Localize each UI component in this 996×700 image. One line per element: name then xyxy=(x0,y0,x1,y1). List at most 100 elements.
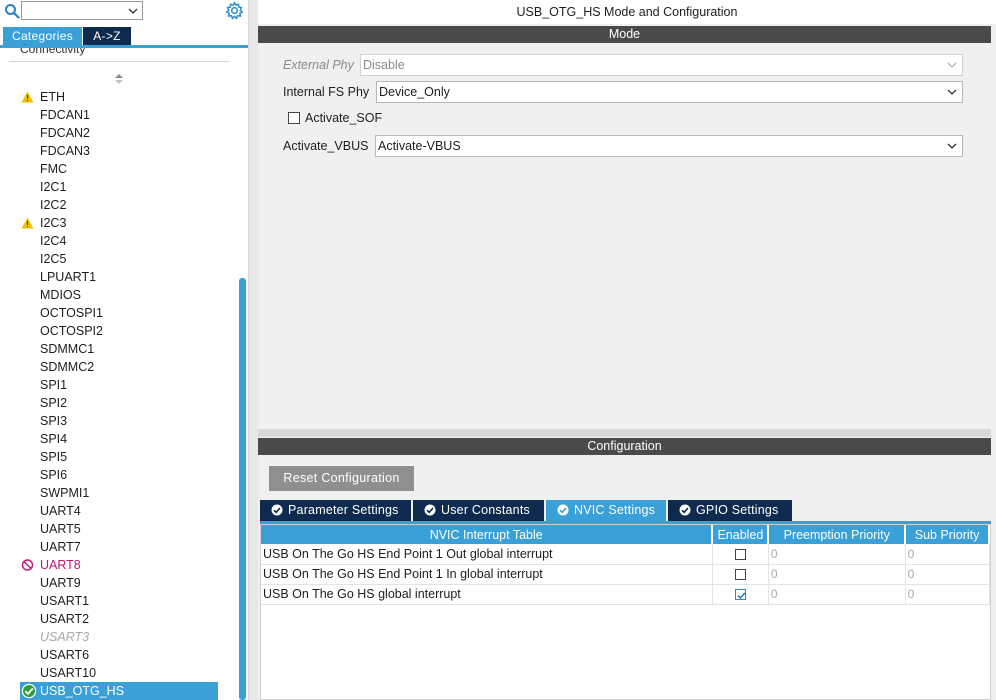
search-combo-input[interactable] xyxy=(21,1,143,20)
column-header-interrupt[interactable]: NVIC Interrupt Table xyxy=(261,525,714,544)
nvic-table-body: USB On The Go HS End Point 1 Out global … xyxy=(261,544,990,605)
sidebar-item-octospi2[interactable]: OCTOSPI2 xyxy=(0,322,238,340)
column-header-sub-priority[interactable]: Sub Priority xyxy=(905,525,990,544)
sidebar-item-uart5[interactable]: UART5 xyxy=(0,520,238,538)
sidebar-item-usart3[interactable]: USART3 xyxy=(0,628,238,646)
tab-categories[interactable]: Categories xyxy=(3,27,82,45)
sub-priority-cell[interactable]: 0 xyxy=(905,544,990,565)
sidebar-item-label: SPI2 xyxy=(40,396,68,410)
enabled-checkbox[interactable] xyxy=(734,589,746,601)
activate-vbus-select[interactable]: Activate-VBUS xyxy=(375,135,963,157)
sidebar-item-uart4[interactable]: UART4 xyxy=(0,502,238,520)
sidebar-item-i2c2[interactable]: I2C2 xyxy=(0,196,238,214)
chevron-down-icon[interactable] xyxy=(947,142,957,151)
sidebar-item-uart7[interactable]: UART7 xyxy=(0,538,238,556)
tab-user-constants[interactable]: User Constants xyxy=(413,500,544,521)
sort-arrows-icon[interactable] xyxy=(114,73,124,85)
tab-nvic-settings[interactable]: NVIC Settings xyxy=(546,500,666,521)
sidebar-item-i2c5[interactable]: I2C5 xyxy=(0,250,238,268)
sub-priority-cell[interactable]: 0 xyxy=(905,584,990,605)
interrupt-name: USB On The Go HS End Point 1 Out global … xyxy=(261,544,713,565)
peripheral-list: ETH FDCAN1 FDCAN2 FDCAN3 FMC I2C1 I2C2 I2C3 I2C4… xyxy=(0,88,238,700)
sub-priority-cell[interactable]: 0 xyxy=(905,564,990,585)
sidebar-item-spi3[interactable]: SPI3 xyxy=(0,412,238,430)
activate-sof-checkbox[interactable] xyxy=(288,112,300,124)
sidebar-item-spi5[interactable]: SPI5 xyxy=(0,448,238,466)
sidebar-item-swpmi1[interactable]: SWPMI1 xyxy=(0,484,238,502)
activate-sof-label[interactable]: Activate_SOF xyxy=(305,111,382,125)
sidebar-item-sdmmc2[interactable]: SDMMC2 xyxy=(0,358,238,376)
check-circle-icon xyxy=(271,504,283,516)
tabs-underline xyxy=(0,45,248,48)
sidebar-item-i2c3[interactable]: I2C3 xyxy=(0,214,238,232)
mode-panel: External Phy Disable Internal FS Phy Dev… xyxy=(258,43,991,429)
sidebar-item-usart1[interactable]: USART1 xyxy=(0,592,238,610)
page-title: USB_OTG_HS Mode and Configuration xyxy=(258,0,996,24)
sidebar-item-label: I2C5 xyxy=(40,252,67,266)
activate-vbus-value: Activate-VBUS xyxy=(378,139,461,153)
sidebar-item-label: USART10 xyxy=(40,666,97,680)
sidebar-item-fdcan1[interactable]: FDCAN1 xyxy=(0,106,238,124)
activate-vbus-label: Activate_VBUS xyxy=(283,139,369,153)
sidebar-item-label: USART2 xyxy=(40,612,90,626)
search-icon[interactable] xyxy=(4,3,20,19)
sidebar-item-usart2[interactable]: USART2 xyxy=(0,610,238,628)
mode-section-header: Mode xyxy=(258,26,991,43)
enabled-checkbox[interactable] xyxy=(734,569,746,581)
chevron-down-icon xyxy=(947,62,957,68)
interrupt-name: USB On The Go HS global interrupt xyxy=(261,584,713,605)
sidebar-item-label: SDMMC2 xyxy=(40,360,95,374)
sidebar-tabs: Categories A->Z xyxy=(0,27,248,45)
sidebar-item-lpuart1[interactable]: LPUART1 xyxy=(0,268,238,286)
sidebar-item-i2c1[interactable]: I2C1 xyxy=(0,178,238,196)
sidebar-item-fmc[interactable]: FMC xyxy=(0,160,238,178)
sidebar-item-spi6[interactable]: SPI6 xyxy=(0,466,238,484)
sidebar-item-spi1[interactable]: SPI1 xyxy=(0,376,238,394)
blocked-icon xyxy=(21,559,34,571)
sidebar-item-label: SPI5 xyxy=(40,450,68,464)
sidebar-item-spi2[interactable]: SPI2 xyxy=(0,394,238,412)
nvic-table-header: NVIC Interrupt Table Enabled Preemption … xyxy=(261,525,990,544)
sidebar-item-i2c4[interactable]: I2C4 xyxy=(0,232,238,250)
sidebar-item-spi4[interactable]: SPI4 xyxy=(0,430,238,448)
external-phy-label: External Phy xyxy=(283,58,354,72)
sidebar-item-fdcan3[interactable]: FDCAN3 xyxy=(0,142,238,160)
sidebar-item-octospi1[interactable]: OCTOSPI1 xyxy=(0,304,238,322)
sidebar-item-eth[interactable]: ETH xyxy=(0,88,238,106)
internal-fs-phy-select[interactable]: Device_Only xyxy=(376,81,963,103)
table-row: USB On The Go HS End Point 1 Out global … xyxy=(261,544,990,565)
sidebar-item-usart6[interactable]: USART6 xyxy=(0,646,238,664)
column-header-enabled[interactable]: Enabled xyxy=(712,525,770,544)
chevron-down-icon[interactable] xyxy=(128,6,138,16)
preemption-priority-cell[interactable]: 0 xyxy=(768,564,906,585)
tab-gpio-settings[interactable]: GPIO Settings xyxy=(668,500,792,521)
sidebar-item-usb-otg-hs[interactable]: USB_OTG_HS xyxy=(20,682,218,700)
preemption-priority-cell[interactable]: 0 xyxy=(768,584,906,605)
sidebar-item-mdios[interactable]: MDIOS xyxy=(0,286,238,304)
sidebar-item-label: SPI4 xyxy=(40,432,68,446)
tab-a-to-z[interactable]: A->Z xyxy=(83,27,131,45)
enabled-cell xyxy=(712,544,769,565)
chevron-down-icon[interactable] xyxy=(947,88,957,97)
sidebar-item-label: UART8 xyxy=(40,558,81,572)
sidebar-item-usart10[interactable]: USART10 xyxy=(0,664,238,682)
reset-configuration-button[interactable]: Reset Configuration xyxy=(269,466,414,491)
panel-splitter[interactable] xyxy=(248,0,258,700)
horizontal-splitter[interactable] xyxy=(258,429,991,437)
sidebar-item-uart8[interactable]: UART8 xyxy=(0,556,238,574)
sidebar-item-label: USB_OTG_HS xyxy=(40,684,125,698)
tab-parameter-settings[interactable]: Parameter Settings xyxy=(260,500,411,521)
sidebar-scrollbar-thumb[interactable] xyxy=(239,278,246,700)
sidebar-item-uart9[interactable]: UART9 xyxy=(0,574,238,592)
gear-icon[interactable] xyxy=(225,1,244,20)
internal-fs-phy-label: Internal FS Phy xyxy=(283,85,370,99)
table-row: USB On The Go HS End Point 1 In global i… xyxy=(261,564,990,585)
sidebar-item-fdcan2[interactable]: FDCAN2 xyxy=(0,124,238,142)
nvic-table-area: NVIC Interrupt Table Enabled Preemption … xyxy=(260,524,991,700)
internal-fs-phy-value: Device_Only xyxy=(379,85,450,99)
preemption-priority-cell[interactable]: 0 xyxy=(768,544,906,565)
enabled-checkbox[interactable] xyxy=(734,548,746,560)
column-header-preemption-priority[interactable]: Preemption Priority xyxy=(768,525,907,544)
sidebar-item-sdmmc1[interactable]: SDMMC1 xyxy=(0,340,238,358)
sidebar-item-label: SPI3 xyxy=(40,414,68,428)
